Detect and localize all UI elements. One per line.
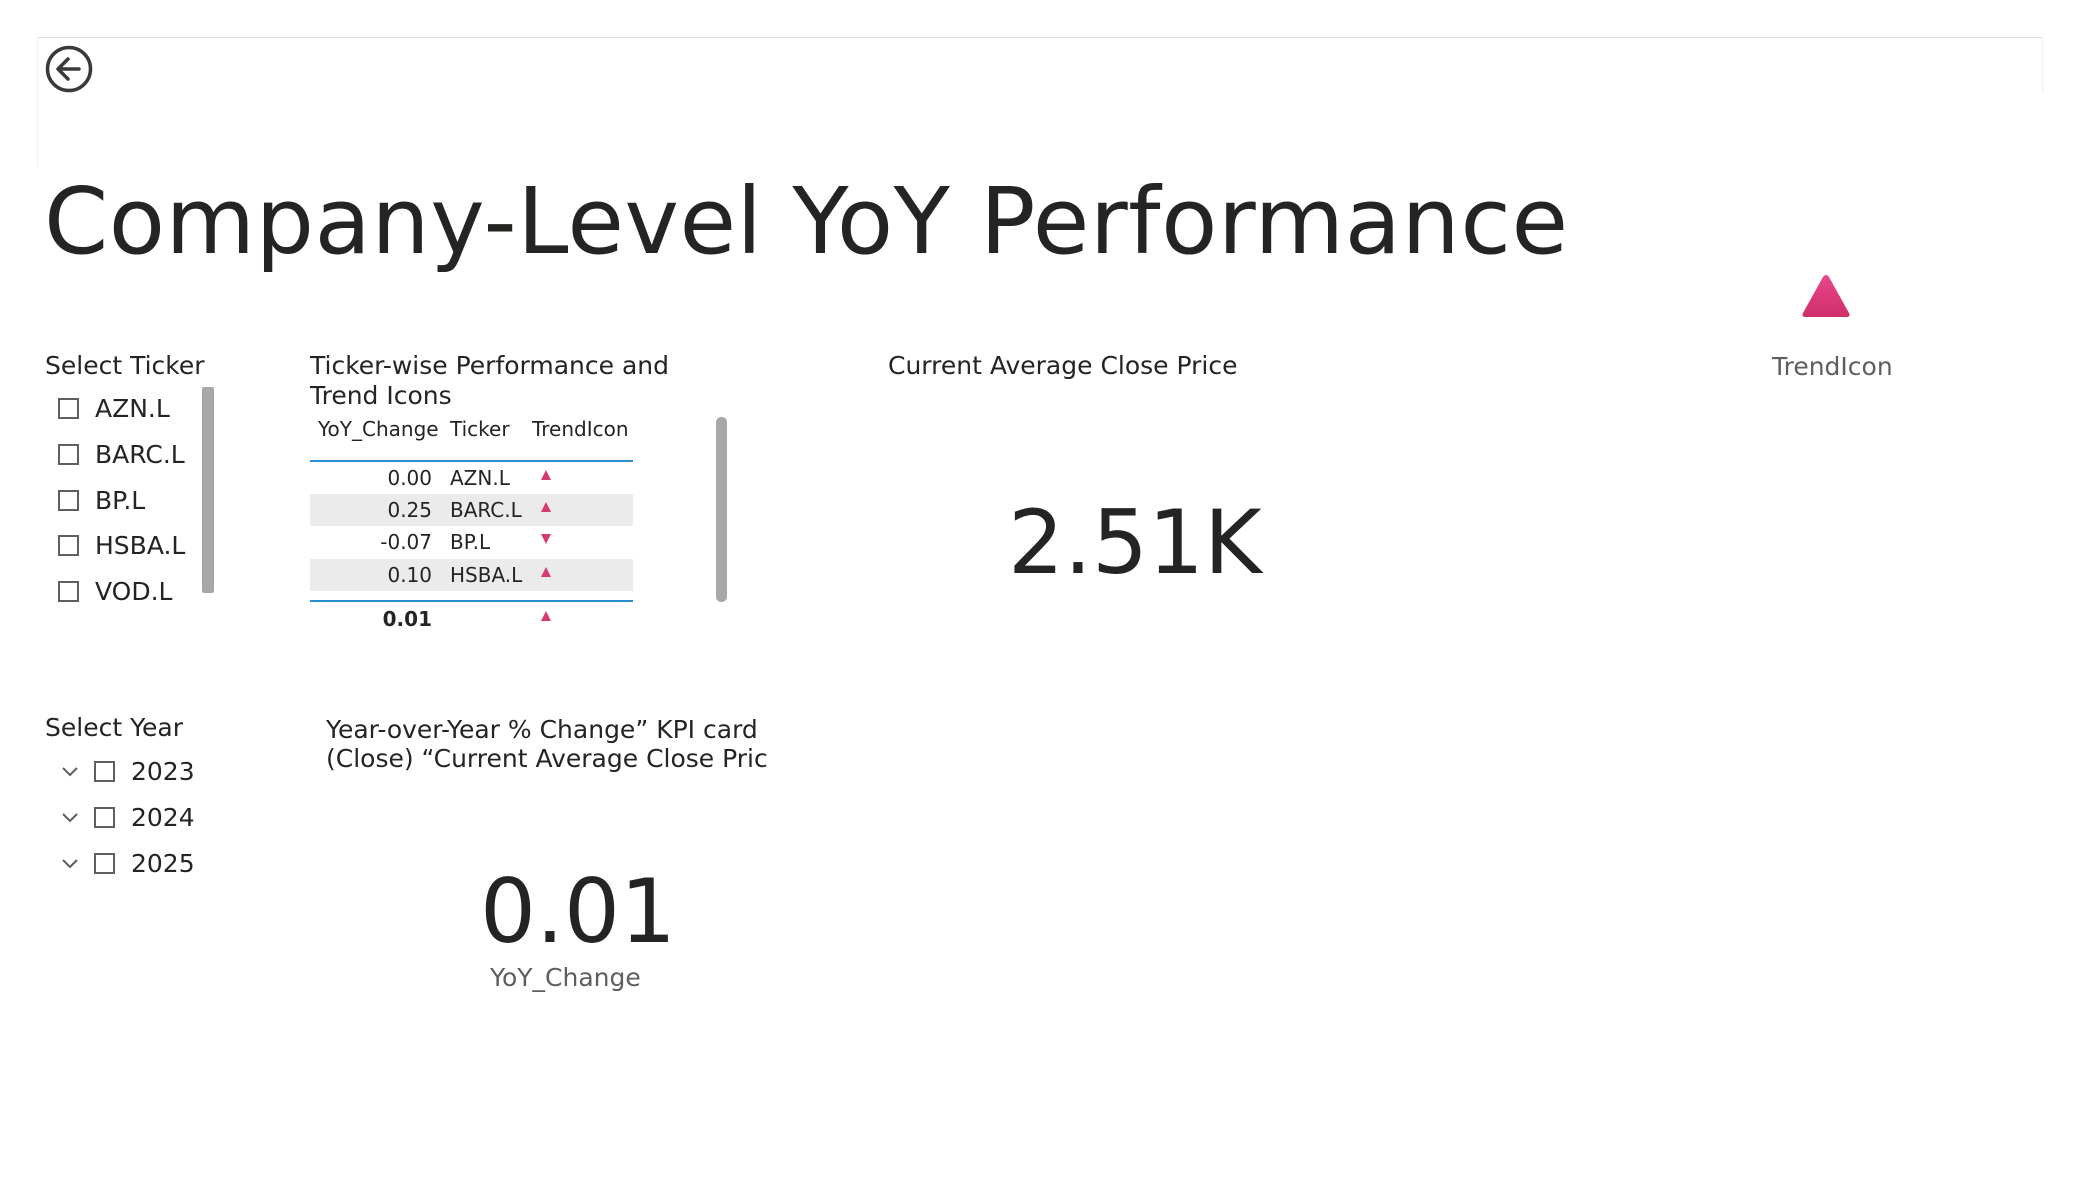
report-frame-right [2042,37,2043,93]
yoy-cell: 0.00 [387,466,432,490]
yoy-kpi-label: YoY_Change [490,963,641,992]
ticker-slicer-scrollbar[interactable] [202,387,214,593]
trend-up-icon [1802,275,1850,317]
column-header-yoy[interactable]: YoY_Change [318,417,439,441]
year-option-2023[interactable]: 2023 [58,757,195,786]
table-row: 0.10 HSBA.L [310,559,633,591]
ticker-slicer-title: Select Ticker [45,351,205,380]
checkbox[interactable] [94,761,115,782]
ticker-option-azn[interactable]: AZN.L [58,394,170,423]
yoy-cell: 0.25 [387,498,432,522]
checkbox[interactable] [58,535,79,556]
yoy-cell: -0.07 [380,530,432,554]
ticker-option-label: HSBA.L [95,531,186,560]
table-row: -0.07 BP.L [310,526,633,558]
checkbox[interactable] [58,581,79,602]
year-option-2024[interactable]: 2024 [58,803,195,832]
yoy-card-title-line1: Year-over-Year % Change” KPI card [326,715,758,744]
report-frame-left [37,37,38,167]
chevron-down-icon[interactable] [58,806,82,830]
table-total-divider [310,600,633,602]
ticker-cell: HSBA.L [450,563,523,587]
ticker-cell: AZN.L [450,466,510,490]
ticker-option-label: BP.L [95,486,146,515]
ticker-option-label: VOD.L [95,577,173,606]
avg-close-value: 2.51K [1008,491,1262,594]
back-arrow-circle-icon [45,45,93,93]
year-option-label: 2025 [131,849,195,878]
ticker-cell: BARC.L [450,498,522,522]
ticker-option-barc[interactable]: BARC.L [58,440,185,469]
report-frame-top [37,37,2043,38]
year-option-label: 2024 [131,803,195,832]
yoy-kpi-value: 0.01 [480,860,676,963]
trend-up-icon [541,567,551,577]
ticker-option-hsba[interactable]: HSBA.L [58,531,185,560]
trend-up-icon [541,470,551,480]
year-option-2025[interactable]: 2025 [58,849,195,878]
ticker-option-vod[interactable]: VOD.L [58,577,172,606]
year-slicer-title: Select Year [45,713,184,742]
table-total-row: 0.01 [310,603,633,635]
table-scrollbar[interactable] [716,417,727,602]
checkbox[interactable] [58,490,79,511]
checkbox[interactable] [58,444,79,465]
ticker-cell: BP.L [450,530,491,554]
column-header-ticker[interactable]: Ticker [450,417,510,441]
checkbox[interactable] [94,853,115,874]
table-row: 0.25 BARC.L [310,494,633,526]
ticker-option-label: BARC.L [95,440,185,469]
avg-close-card-title: Current Average Close Price [888,351,1238,380]
yoy-card-title-line2: (Close) “Current Average Close Pric [326,744,768,773]
ticker-option-label: AZN.L [95,394,170,423]
back-button[interactable] [44,44,94,94]
column-header-trend[interactable]: TrendIcon [532,417,629,441]
table-row: 0.00 AZN.L [310,462,633,494]
year-option-label: 2023 [131,757,195,786]
chevron-down-icon[interactable] [58,760,82,784]
total-yoy-cell: 0.01 [382,607,432,631]
trend-down-icon [541,534,551,544]
trend-up-icon [541,502,551,512]
checkbox[interactable] [58,398,79,419]
trend-icon-card-label: TrendIcon [1772,352,1893,381]
ticker-option-bp[interactable]: BP.L [58,486,145,515]
page-title: Company-Level YoY Performance [44,168,1569,275]
trend-table-title-line1: Ticker-wise Performance and [310,351,670,380]
checkbox[interactable] [94,807,115,828]
chevron-down-icon[interactable] [58,852,82,876]
yoy-cell: 0.10 [387,563,432,587]
trend-up-icon [541,611,551,621]
trend-table-title-line2: Trend Icons [310,381,452,410]
